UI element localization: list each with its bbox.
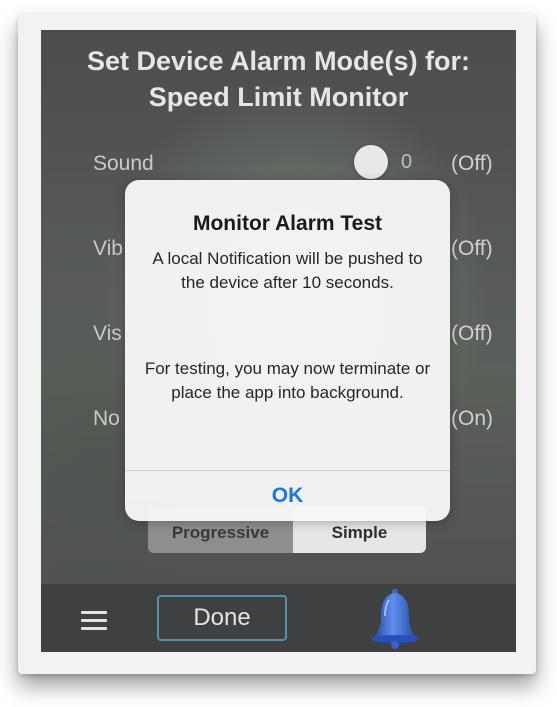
visual-label: Vis [93, 322, 122, 345]
vibrate-state: (Off) [451, 237, 493, 260]
vibrate-label: Vib [93, 237, 123, 260]
notification-state: (On) [451, 407, 493, 430]
alert-title: Monitor Alarm Test [192, 212, 382, 235]
alert-message-testing: For testing, you may now terminate or pl… [144, 359, 431, 402]
page-title: Set Device Alarm Mode(s) for: [86, 46, 471, 76]
visual-state: (Off) [451, 322, 493, 345]
sound-label: Sound [93, 152, 154, 175]
bell-icon[interactable] [369, 586, 421, 650]
sound-slider-knob[interactable] [354, 145, 388, 179]
alert-message-notification: A local Notification will be pushed to t… [152, 249, 423, 292]
done-button[interactable]: Done [157, 595, 287, 641]
sound-state: (Off) [451, 152, 493, 175]
alert-dialog: Monitor Alarm Test A local Notification … [125, 180, 450, 521]
notification-label: No [93, 407, 120, 430]
bottom-toolbar: Done [41, 584, 516, 652]
page-subtitle: Speed Limit Monitor [148, 82, 409, 112]
app-screen: Set Device Alarm Mode(s) for: Speed Limi… [41, 30, 516, 652]
sound-value: 0 [401, 151, 413, 173]
hamburger-menu-icon[interactable] [81, 611, 107, 631]
alert-ok-button[interactable]: OK [125, 471, 450, 521]
